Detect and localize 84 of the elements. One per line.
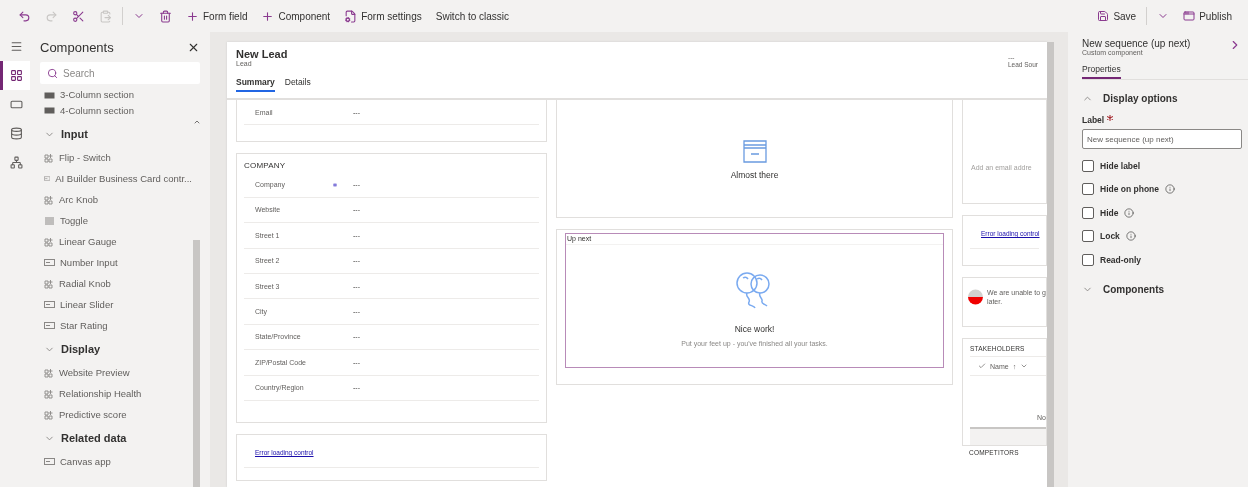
- input-field-icon: [44, 174, 51, 183]
- component-item[interactable]: Toggle: [40, 210, 192, 231]
- menu-icon: [10, 40, 23, 53]
- save-button[interactable]: Save: [1093, 7, 1141, 25]
- panel-tab[interactable]: Properties: [1082, 64, 1121, 79]
- component-item[interactable]: Canvas app: [40, 451, 192, 472]
- add-button[interactable]: Component: [257, 6, 335, 26]
- checkbox[interactable]: [1082, 253, 1094, 266]
- scissors-icon: [72, 9, 85, 23]
- field-icon: [10, 98, 23, 111]
- empty-state-title: Almost there: [730, 169, 779, 180]
- grid-icon: [10, 69, 23, 82]
- add-button[interactable]: Form field: [182, 6, 252, 26]
- component-item[interactable]: Predictive score: [40, 404, 192, 425]
- grid-plus-icon: [44, 388, 54, 399]
- form-settings-button[interactable]: Form settings: [340, 6, 426, 26]
- section-icon: [44, 91, 55, 100]
- component-item[interactable]: 3-Column section: [40, 88, 192, 100]
- input-field-icon: [44, 457, 55, 466]
- component-item[interactable]: Number Input: [40, 252, 192, 273]
- grid-plus-icon: [44, 278, 54, 289]
- search-icon: [47, 67, 58, 79]
- label-input[interactable]: New sequence (up next): [1082, 129, 1242, 149]
- trash-icon: [159, 9, 172, 23]
- group-header[interactable]: Related data: [40, 425, 192, 451]
- database-icon: [10, 127, 23, 140]
- field-label: Label: [1082, 115, 1242, 125]
- form-tab[interactable]: Details: [284, 77, 311, 92]
- undo-icon: [18, 9, 31, 23]
- grid-plus-icon: [44, 194, 54, 205]
- success-title: Nice work!: [734, 323, 775, 334]
- checkbox-label: Hide label: [1100, 160, 1141, 171]
- grid-plus-icon: [44, 367, 54, 378]
- checkbox[interactable]: [1082, 183, 1094, 196]
- input-field-icon: [44, 300, 55, 309]
- panel-title: New sequence (up next): [1082, 38, 1191, 49]
- form-tab[interactable]: Summary: [236, 77, 275, 92]
- checkbox[interactable]: [1082, 159, 1094, 172]
- checkbox-label: Hide on phone: [1100, 184, 1160, 195]
- group-header[interactable]: Display: [40, 336, 192, 362]
- component-item[interactable]: Relationship Health: [40, 383, 192, 404]
- switch-button[interactable]: Switch to classic: [431, 7, 514, 25]
- redo-icon: [45, 9, 58, 23]
- grid-plus-icon: [44, 409, 54, 420]
- clipboard-icon: [99, 9, 112, 23]
- input-field-icon: [44, 321, 55, 330]
- section-header[interactable]: Display options: [1082, 87, 1242, 109]
- input-field-icon: [44, 258, 55, 267]
- panel-title: Components: [40, 39, 114, 55]
- scroll-up-icon[interactable]: [193, 118, 201, 126]
- check-icon: [978, 362, 986, 370]
- component-item[interactable]: Arc Knob: [40, 189, 192, 210]
- chevron-down-icon: [1020, 362, 1029, 370]
- component-item[interactable]: AI Builder Business Card contr...: [40, 168, 192, 189]
- component-item[interactable]: Linear Gauge: [40, 231, 192, 252]
- component-item[interactable]: Star Rating: [40, 315, 192, 336]
- window-icon: [1183, 10, 1196, 22]
- folder-icon: [741, 137, 768, 164]
- checkbox[interactable]: [1082, 206, 1094, 219]
- component-item[interactable]: Linear Slider: [40, 294, 192, 315]
- section-title: COMPANY: [243, 160, 287, 173]
- component-item[interactable]: Website Preview: [40, 362, 192, 383]
- component-item[interactable]: Flip - Switch: [40, 147, 192, 168]
- grid-plus-icon: [44, 152, 54, 163]
- search-field[interactable]: Search: [40, 62, 200, 84]
- publish-button[interactable]: Publish: [1179, 7, 1236, 25]
- plus-icon: [186, 9, 199, 23]
- grid-plus-icon: [44, 236, 54, 247]
- section-header[interactable]: Components: [1082, 278, 1242, 301]
- section-icon: [44, 106, 55, 115]
- group-header[interactable]: Input: [40, 121, 192, 147]
- rail-button[interactable]: [0, 61, 30, 90]
- component-item[interactable]: Radial Knob: [40, 273, 192, 294]
- plus-icon: [261, 9, 275, 23]
- save-icon: [1097, 10, 1110, 22]
- checkbox-label: Hide: [1100, 207, 1119, 218]
- checkbox[interactable]: [1082, 230, 1094, 243]
- checkbox-label: Lock: [1100, 231, 1120, 242]
- scrollbar-thumb[interactable]: [193, 240, 200, 487]
- component-item[interactable]: 4-Column section: [40, 100, 192, 121]
- checkbox-label: Read-only: [1100, 254, 1142, 265]
- tree-icon: [10, 156, 23, 169]
- form-title: New Lead: [236, 48, 289, 60]
- settings-icon: [344, 9, 358, 23]
